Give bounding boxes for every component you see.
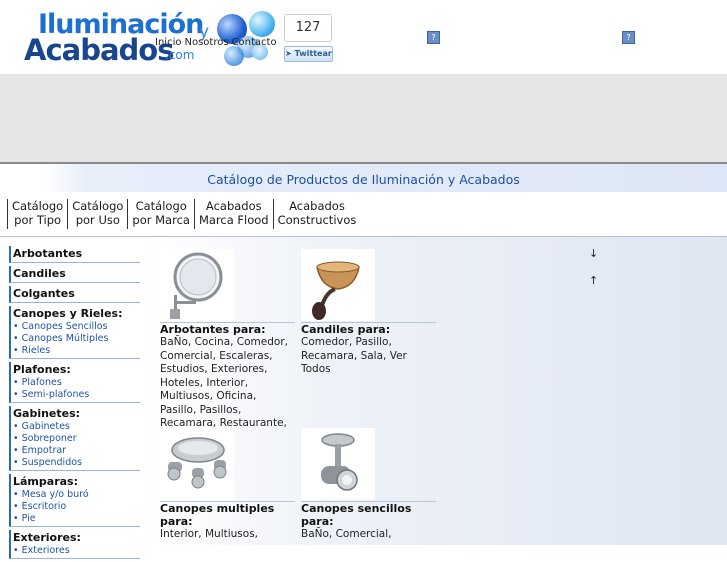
broken-image-icon[interactable]: ? (427, 31, 440, 44)
sidebar-link[interactable]: • Canopes Múltiples (13, 333, 140, 345)
nav-link-inicio[interactable]: Inicio (155, 37, 181, 48)
sidebar-link[interactable]: • Exteriores (13, 545, 140, 557)
sidebar-category: Lámparas: • Mesa y/o buró • Escritorio •… (9, 474, 140, 527)
mirror-lamp-icon (170, 252, 223, 319)
product-card: Candiles para: Comedor, Pasillo, Recamar… (301, 249, 436, 377)
tab-label-line1: Catálogo (72, 199, 124, 213)
sidebar-link[interactable]: • Gabinetes (13, 421, 140, 433)
tab-label-line2: Constructivos (277, 213, 357, 227)
sidebar-link[interactable]: • Semi-plafones (13, 389, 140, 401)
tweet-button[interactable]: ➤ Twittear (284, 46, 333, 62)
tab-label-line2: por Uso (75, 213, 120, 227)
sidebar-item-arbotantes[interactable]: Arbotantes (13, 246, 140, 261)
sidebar-heading-exteriores: Exteriores: (13, 531, 81, 544)
tab-label-line1: Catálogo (135, 199, 187, 213)
nav-link-contacto[interactable]: Contacto (232, 37, 277, 48)
top-nav: Inicio Nosotros Contacto (155, 37, 280, 48)
bird-icon: ➤ (285, 49, 292, 58)
logo-orb (224, 46, 244, 66)
category-sidebar: Arbotantes Candiles Colgantes Canopes y … (9, 246, 140, 562)
site-header: Iluminación y Acabados .com Inicio Nosotr… (0, 0, 727, 74)
tab-label-line2: Marca Flood (198, 213, 269, 227)
share-count: 127 (284, 14, 332, 42)
product-title[interactable]: Candiles para: (301, 323, 436, 336)
sidebar-category: Gabinetes: • Gabinetes • Sobreponer • Em… (9, 406, 140, 471)
scroll-down-arrow[interactable]: ↓ (589, 247, 598, 260)
tab-acabados-constructivos[interactable]: Acabados Constructivos (272, 199, 361, 229)
product-image-candil[interactable] (301, 249, 375, 321)
scroll-up-arrow[interactable]: ↑ (589, 274, 598, 287)
product-card: Arbotantes para: BaÑo, Cocina, Comedor, … (160, 249, 295, 444)
sidebar-link[interactable]: • Escritorio (13, 501, 140, 513)
sidebar-heading-lamparas: Lámparas: (13, 475, 78, 488)
product-uses: BaÑo, Comercial, (301, 528, 392, 540)
tab-catalogo-por-uso[interactable]: Catálogo por Uso (67, 199, 127, 229)
track-spotlight-icon (167, 437, 227, 489)
product-title[interactable]: Canopes multiples para: (160, 502, 295, 528)
product-card: Canopes multiples para: Interior, Multiu… (160, 428, 295, 542)
logo-domain: .com (165, 48, 195, 62)
product-title[interactable]: Arbotantes para: (160, 323, 295, 336)
sidebar-category: Colgantes (9, 286, 140, 303)
product-uses: Comedor, Pasillo, Recamara, Sala, Ver To… (301, 336, 407, 375)
sidebar-link[interactable]: • Suspendidos (13, 457, 140, 469)
product-image-arbotante[interactable] (160, 249, 234, 321)
product-title[interactable]: Canopes sencillos para: (301, 502, 436, 528)
nav-link-nosotros[interactable]: Nosotros (184, 37, 228, 48)
product-uses: Interior, Multiusos, (160, 528, 259, 540)
logo-orb (249, 11, 275, 37)
sidebar-item-candiles[interactable]: Candiles (13, 266, 140, 281)
logo-text-line2[interactable]: Acabados (24, 34, 174, 66)
sidebar-category: Candiles (9, 266, 140, 283)
tab-catalogo-por-tipo[interactable]: Catálogo por Tipo (7, 199, 67, 229)
catalog-tabs: Catálogo por Tipo Catálogo por Uso Catál… (7, 199, 360, 229)
tab-label-line1: Catálogo (12, 199, 64, 213)
tab-catalogo-por-marca[interactable]: Catálogo por Marca (127, 199, 194, 229)
sidebar-heading-plafones: Plafones: (13, 363, 71, 376)
title-bar: Catálogo de Productos de Iluminación y A… (0, 164, 727, 192)
sidebar-heading-gabinetes: Gabinetes: (13, 407, 81, 420)
tab-label-line2: por Marca (132, 213, 190, 227)
sidebar-category: Canopes y Rieles: • Canopes Sencillos • … (9, 306, 140, 359)
tab-label-line2: por Tipo (14, 213, 62, 227)
sidebar-heading-canopes: Canopes y Rieles: (13, 307, 123, 320)
broken-image-icon[interactable]: ? (622, 31, 635, 44)
single-spotlight-icon (321, 433, 358, 491)
wall-sconce-icon (312, 261, 360, 320)
sidebar-category: Plafones: • Plafones • Semi-plafones (9, 362, 140, 403)
sidebar-link[interactable]: • Pie (13, 513, 140, 525)
tweet-label: Twittear (294, 49, 332, 58)
sidebar-link[interactable]: • Canopes Sencillos (13, 321, 140, 333)
sidebar-item-colgantes[interactable]: Colgantes (13, 286, 140, 301)
sidebar-link[interactable]: • Plafones (13, 377, 140, 389)
tab-acabados-marca-flood[interactable]: Acabados Marca Flood (193, 199, 273, 229)
banner-area (0, 74, 727, 164)
sidebar-link[interactable]: • Rieles (13, 345, 140, 357)
sidebar-link[interactable]: • Empotrar (13, 445, 140, 457)
tab-label-line1: Acabados (289, 199, 345, 213)
sidebar-link[interactable]: • Sobreponer (13, 433, 140, 445)
product-card: Canopes sencillos para: BaÑo, Comercial, (301, 428, 436, 542)
sidebar-category: Arbotantes (9, 246, 140, 263)
product-image-canope-multiple[interactable] (160, 428, 234, 500)
sidebar-link[interactable]: • Mesa y/o buró (13, 489, 140, 501)
page-title: Catálogo de Productos de Iluminación y A… (207, 172, 520, 187)
tab-label-line1: Acabados (205, 199, 262, 213)
product-image-canope-sencillo[interactable] (301, 428, 375, 500)
